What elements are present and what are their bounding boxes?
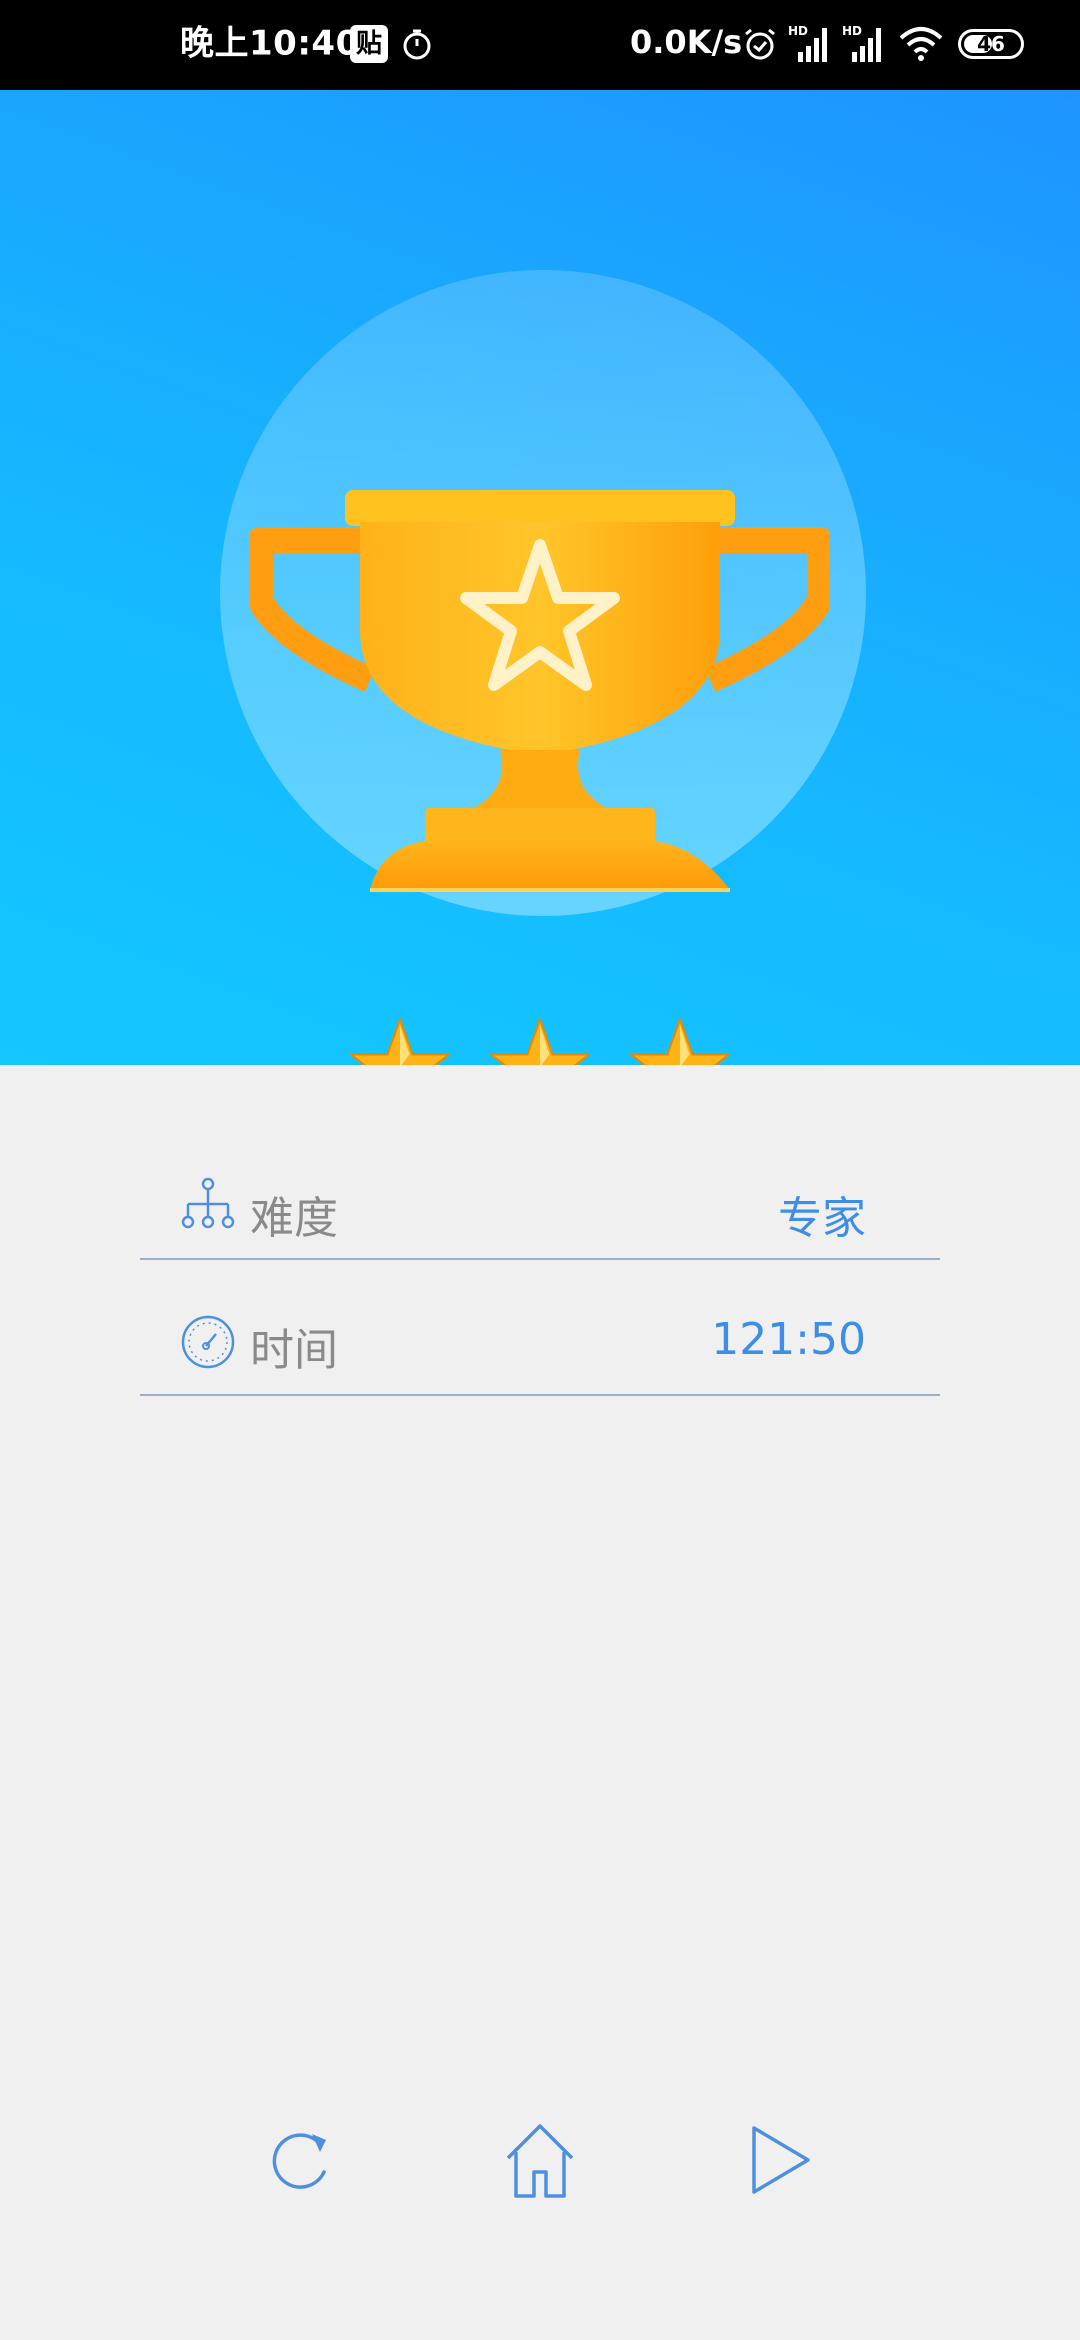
alarm-icon bbox=[745, 28, 775, 60]
difficulty-label: 难度 bbox=[250, 1193, 338, 1244]
signal-hd-label-2: HD bbox=[842, 24, 862, 38]
battery-icon: 46 bbox=[958, 29, 1024, 59]
star-icon bbox=[350, 1018, 450, 1065]
notification-badge-icon: 贴 bbox=[350, 25, 388, 63]
difficulty-value: 专家 bbox=[778, 1193, 866, 1244]
star-icon bbox=[490, 1018, 590, 1065]
time-value: 121:50 bbox=[711, 1314, 866, 1365]
signal-icon-2: HD bbox=[842, 24, 881, 62]
star-rating bbox=[0, 1015, 1080, 1065]
wifi-icon bbox=[899, 27, 943, 61]
next-button[interactable] bbox=[740, 2120, 820, 2200]
restart-button[interactable] bbox=[262, 2120, 342, 2200]
time-label: 时间 bbox=[250, 1325, 338, 1376]
status-bar: 晚上10:40 贴 0.0K/s HD HD 46 bbox=[0, 0, 1080, 90]
star-icon bbox=[630, 1018, 730, 1065]
status-time: 晚上10:40 bbox=[180, 23, 360, 64]
signal-icon: HD bbox=[788, 24, 827, 62]
stopwatch-icon bbox=[181, 1315, 235, 1369]
home-button[interactable] bbox=[500, 2120, 580, 2200]
trophy-icon bbox=[250, 490, 830, 892]
hierarchy-icon bbox=[181, 1177, 235, 1229]
signal-hd-label: HD bbox=[788, 24, 808, 38]
play-icon bbox=[752, 2126, 810, 2194]
network-speed: 0.0K/s bbox=[630, 23, 743, 61]
timer-icon bbox=[403, 29, 431, 60]
difficulty-row: 难度 专家 bbox=[140, 1160, 940, 1260]
time-row: 时间 121:50 bbox=[140, 1298, 940, 1396]
result-banner bbox=[0, 90, 1080, 1065]
battery-level: 46 bbox=[977, 32, 1005, 56]
refresh-icon bbox=[312, 2134, 326, 2152]
home-icon bbox=[514, 2152, 566, 2198]
